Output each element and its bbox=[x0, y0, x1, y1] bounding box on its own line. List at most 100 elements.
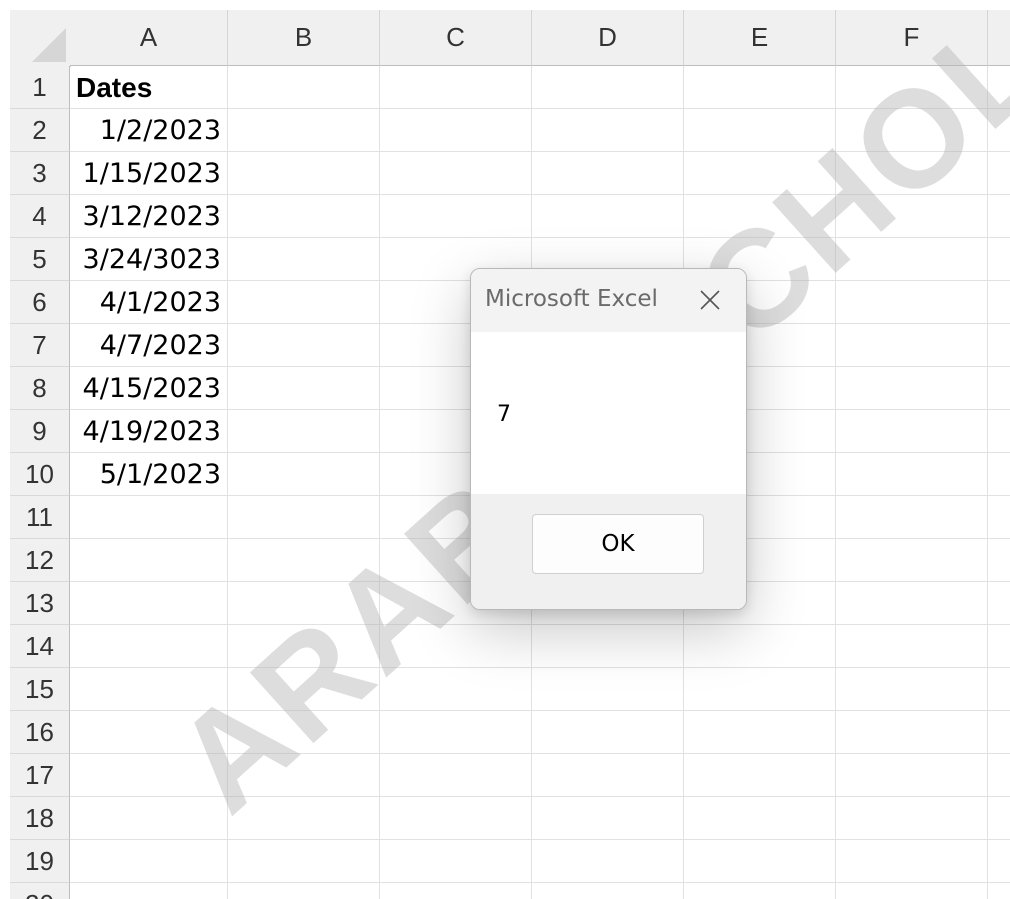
cell-a12[interactable] bbox=[70, 539, 228, 582]
cell-b15[interactable] bbox=[228, 668, 380, 711]
cell-e4[interactable] bbox=[684, 195, 836, 238]
row-header-1[interactable]: 1 bbox=[10, 66, 70, 109]
cell-f11[interactable] bbox=[836, 496, 988, 539]
row-header-6[interactable]: 6 bbox=[10, 281, 70, 324]
cell-f13[interactable] bbox=[836, 582, 988, 625]
cell-d1[interactable] bbox=[532, 66, 684, 109]
cell-e3[interactable] bbox=[684, 152, 836, 195]
row-header-16[interactable]: 16 bbox=[10, 711, 70, 754]
cell-f16[interactable] bbox=[836, 711, 988, 754]
cell-b12[interactable] bbox=[228, 539, 380, 582]
cell-g15[interactable] bbox=[988, 668, 1010, 711]
cell-d15[interactable] bbox=[532, 668, 684, 711]
cell-c3[interactable] bbox=[380, 152, 532, 195]
ok-button[interactable]: OK bbox=[532, 514, 704, 574]
cell-b8[interactable] bbox=[228, 367, 380, 410]
row-header-15[interactable]: 15 bbox=[10, 668, 70, 711]
cell-g8[interactable] bbox=[988, 367, 1010, 410]
cell-d17[interactable] bbox=[532, 754, 684, 797]
cell-f7[interactable] bbox=[836, 324, 988, 367]
row-header-18[interactable]: 18 bbox=[10, 797, 70, 840]
cell-b18[interactable] bbox=[228, 797, 380, 840]
cell-a19[interactable] bbox=[70, 840, 228, 883]
cell-e17[interactable] bbox=[684, 754, 836, 797]
cell-f6[interactable] bbox=[836, 281, 988, 324]
column-header-f[interactable]: F bbox=[836, 10, 988, 66]
cell-d19[interactable] bbox=[532, 840, 684, 883]
cell-g4[interactable] bbox=[988, 195, 1010, 238]
cell-b14[interactable] bbox=[228, 625, 380, 668]
cell-g6[interactable] bbox=[988, 281, 1010, 324]
row-header-8[interactable]: 8 bbox=[10, 367, 70, 410]
row-header-2[interactable]: 2 bbox=[10, 109, 70, 152]
row-header-3[interactable]: 3 bbox=[10, 152, 70, 195]
column-header-a[interactable]: A bbox=[70, 10, 228, 66]
cell-a14[interactable] bbox=[70, 625, 228, 668]
cell-b5[interactable] bbox=[228, 238, 380, 281]
cell-e19[interactable] bbox=[684, 840, 836, 883]
cell-b2[interactable] bbox=[228, 109, 380, 152]
cell-a20[interactable] bbox=[70, 883, 228, 899]
row-header-20[interactable]: 20 bbox=[10, 883, 70, 899]
cell-d14[interactable] bbox=[532, 625, 684, 668]
cell-b17[interactable] bbox=[228, 754, 380, 797]
cell-a11[interactable] bbox=[70, 496, 228, 539]
cell-c18[interactable] bbox=[380, 797, 532, 840]
cell-g17[interactable] bbox=[988, 754, 1010, 797]
cell-g7[interactable] bbox=[988, 324, 1010, 367]
cell-e18[interactable] bbox=[684, 797, 836, 840]
cell-d16[interactable] bbox=[532, 711, 684, 754]
cell-b11[interactable] bbox=[228, 496, 380, 539]
cell-f2[interactable] bbox=[836, 109, 988, 152]
row-header-14[interactable]: 14 bbox=[10, 625, 70, 668]
cell-d3[interactable] bbox=[532, 152, 684, 195]
cell-d2[interactable] bbox=[532, 109, 684, 152]
cell-b20[interactable] bbox=[228, 883, 380, 899]
cell-d20[interactable] bbox=[532, 883, 684, 899]
cell-c14[interactable] bbox=[380, 625, 532, 668]
cell-e15[interactable] bbox=[684, 668, 836, 711]
cell-e16[interactable] bbox=[684, 711, 836, 754]
cell-g20[interactable] bbox=[988, 883, 1010, 899]
cell-b10[interactable] bbox=[228, 453, 380, 496]
cell-a17[interactable] bbox=[70, 754, 228, 797]
column-header-c[interactable]: C bbox=[380, 10, 532, 66]
cell-g5[interactable] bbox=[988, 238, 1010, 281]
column-header-e[interactable]: E bbox=[684, 10, 836, 66]
cell-c2[interactable] bbox=[380, 109, 532, 152]
cell-a13[interactable] bbox=[70, 582, 228, 625]
cell-c17[interactable] bbox=[380, 754, 532, 797]
row-header-5[interactable]: 5 bbox=[10, 238, 70, 281]
cell-f5[interactable] bbox=[836, 238, 988, 281]
cell-c4[interactable] bbox=[380, 195, 532, 238]
cell-a16[interactable] bbox=[70, 711, 228, 754]
cell-g12[interactable] bbox=[988, 539, 1010, 582]
row-header-9[interactable]: 9 bbox=[10, 410, 70, 453]
cell-c1[interactable] bbox=[380, 66, 532, 109]
cell-d4[interactable] bbox=[532, 195, 684, 238]
cell-f19[interactable] bbox=[836, 840, 988, 883]
cell-b3[interactable] bbox=[228, 152, 380, 195]
row-header-19[interactable]: 19 bbox=[10, 840, 70, 883]
cell-f15[interactable] bbox=[836, 668, 988, 711]
cell-c16[interactable] bbox=[380, 711, 532, 754]
cell-e1[interactable] bbox=[684, 66, 836, 109]
cell-g13[interactable] bbox=[988, 582, 1010, 625]
cell-f18[interactable] bbox=[836, 797, 988, 840]
cell-d18[interactable] bbox=[532, 797, 684, 840]
cell-f9[interactable] bbox=[836, 410, 988, 453]
cell-b19[interactable] bbox=[228, 840, 380, 883]
cell-g10[interactable] bbox=[988, 453, 1010, 496]
cell-e14[interactable] bbox=[684, 625, 836, 668]
cell-e2[interactable] bbox=[684, 109, 836, 152]
cell-f12[interactable] bbox=[836, 539, 988, 582]
cell-b13[interactable] bbox=[228, 582, 380, 625]
cell-a18[interactable] bbox=[70, 797, 228, 840]
cell-b4[interactable] bbox=[228, 195, 380, 238]
cell-b7[interactable] bbox=[228, 324, 380, 367]
cell-g3[interactable] bbox=[988, 152, 1010, 195]
cell-f17[interactable] bbox=[836, 754, 988, 797]
cell-g11[interactable] bbox=[988, 496, 1010, 539]
close-button[interactable] bbox=[693, 283, 727, 317]
cell-g14[interactable] bbox=[988, 625, 1010, 668]
